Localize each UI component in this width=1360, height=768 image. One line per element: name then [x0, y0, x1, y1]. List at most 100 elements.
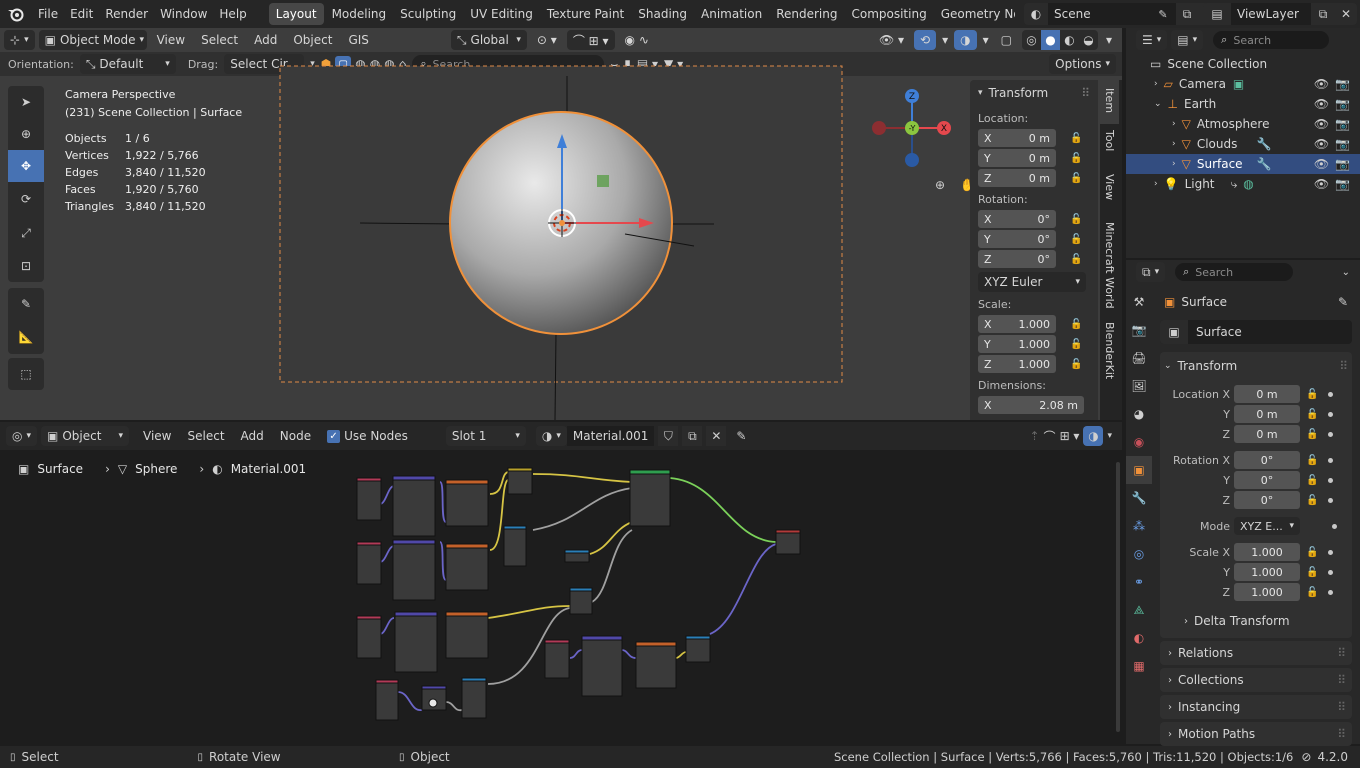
outliner-search-input[interactable]: ⌕ Search	[1213, 31, 1330, 49]
tree-item-earth[interactable]: ⌄ ⊥ Earth 👁 📷	[1126, 94, 1360, 114]
modifier-tab-icon[interactable]: 🔧	[1126, 484, 1152, 512]
menu-render[interactable]: Render	[99, 4, 154, 24]
shader-node-editor[interactable]: ◎ ▾ ▣ Object ▾ View Select Add Node ✓ Use No…	[0, 422, 1122, 744]
keyframe-dot-icon[interactable]	[1328, 589, 1334, 595]
lock-icon[interactable]: 🔓	[1306, 587, 1318, 598]
scale-y-field[interactable]: Y 1.000	[978, 335, 1056, 353]
lock-icon[interactable]: 🔓	[1070, 254, 1082, 265]
location-z-field[interactable]: 0 m	[1234, 425, 1300, 443]
object-name-field[interactable]: Surface	[1188, 325, 1242, 339]
lock-icon[interactable]: 🔓	[1306, 389, 1318, 400]
tab-sculpting[interactable]: Sculpting	[394, 4, 462, 24]
location-y-field[interactable]: 0 m	[1234, 405, 1300, 423]
outliner-editor-type[interactable]: ☰ ▾	[1136, 30, 1168, 50]
physics-tab-icon[interactable]: ◎	[1126, 540, 1152, 568]
node-graph[interactable]	[0, 422, 1122, 744]
viewport-3d[interactable]: ⊹ ▾ ▣ Object Mode ▾ View Select Add Object…	[0, 28, 1122, 420]
scale-tool-icon[interactable]: ⤢	[8, 216, 44, 250]
scale-z-field[interactable]: 1.000	[1234, 583, 1300, 601]
lock-icon[interactable]: 🔓	[1070, 339, 1082, 350]
object-data-icon[interactable]: ▣	[1160, 320, 1188, 344]
location-y-field[interactable]: Y0 m	[978, 149, 1056, 167]
zoom-icon[interactable]: ⊕	[928, 172, 952, 198]
tab-modeling[interactable]: Modeling	[326, 4, 393, 24]
tab-shading[interactable]: Shading	[632, 4, 693, 24]
lock-icon[interactable]: 🔓	[1070, 133, 1082, 144]
tree-item-camera[interactable]: › ▱ Camera ▣ 👁 📷	[1126, 74, 1360, 94]
rotation-mode-dropdown[interactable]: XYZ Euler ▾	[978, 272, 1086, 292]
tab-view[interactable]: View	[1100, 168, 1119, 216]
tab-layout[interactable]: Layout	[268, 3, 324, 25]
lock-icon[interactable]: 🔓	[1306, 567, 1318, 578]
transform-tool-icon[interactable]: ⊡	[8, 250, 44, 282]
visibility-eye-icon[interactable]: 👁	[1314, 97, 1329, 111]
tab-minecraft-world[interactable]: Minecraft World	[1100, 216, 1119, 316]
keyframe-dot-icon[interactable]	[1328, 457, 1334, 463]
tab-item[interactable]: Item	[1100, 80, 1119, 124]
tab-blenderkit[interactable]: BlenderKit	[1100, 316, 1119, 386]
add-cube-tool-icon[interactable]: ⬚	[8, 358, 44, 390]
delete-viewlayer-icon[interactable]: ✕	[1335, 3, 1357, 25]
rotate-tool-icon[interactable]: ⟳	[8, 182, 44, 216]
particles-tab-icon[interactable]: ⁂	[1126, 512, 1152, 540]
keyframe-dot-icon[interactable]	[1328, 497, 1334, 503]
display-mode-dropdown[interactable]: ▤ ▾	[1171, 30, 1204, 50]
instancing-panel[interactable]: › Instancing ⠿	[1160, 695, 1352, 719]
rotation-z-field[interactable]: Z 0°	[978, 250, 1056, 268]
viewlayer-name-field[interactable]: ViewLayer	[1231, 3, 1311, 25]
render-tab-icon[interactable]: 📷	[1126, 316, 1152, 344]
expand-arrow-icon[interactable]: ›	[1154, 179, 1158, 189]
lock-icon[interactable]: 🔓	[1306, 547, 1318, 558]
lock-icon[interactable]: 🔓	[1070, 319, 1082, 330]
tab-rendering[interactable]: Rendering	[770, 4, 843, 24]
network-off-icon[interactable]: ⊘	[1301, 750, 1311, 764]
render-camera-icon[interactable]: 📷	[1335, 117, 1350, 131]
scale-x-field[interactable]: 1.000	[1234, 543, 1300, 561]
lock-icon[interactable]: 🔓	[1070, 153, 1082, 164]
tool-tab-icon[interactable]: ⚒	[1126, 288, 1152, 316]
tab-uv-editing[interactable]: UV Editing	[464, 4, 539, 24]
lock-icon[interactable]: 🔓	[1070, 173, 1082, 184]
rotation-y-field[interactable]: 0°	[1234, 471, 1300, 489]
new-scene-icon[interactable]: ⧉	[1176, 3, 1198, 25]
menu-window[interactable]: Window	[154, 4, 213, 24]
lock-icon[interactable]: 🔓	[1306, 475, 1318, 486]
tree-item-atmosphere[interactable]: › ▽ Atmosphere 👁 📷	[1126, 114, 1360, 134]
collections-panel[interactable]: › Collections ⠿	[1160, 668, 1352, 692]
tree-root[interactable]: ▭ Scene Collection	[1126, 54, 1360, 74]
output-tab-icon[interactable]: 🖨	[1126, 344, 1152, 372]
lock-icon[interactable]: 🔓	[1070, 234, 1082, 245]
menu-file[interactable]: File	[32, 4, 64, 24]
keyframe-dot-icon[interactable]	[1328, 411, 1334, 417]
location-x-field[interactable]: X0 m	[978, 129, 1056, 147]
scene-icon[interactable]: ◐	[1024, 3, 1048, 25]
lock-icon[interactable]: 🔓	[1306, 495, 1318, 506]
view-layer-tab-icon[interactable]: 🖼	[1126, 372, 1152, 400]
transform-panel-header[interactable]: ▾ Transform ⠿	[978, 84, 1090, 102]
tab-texture-paint[interactable]: Texture Paint	[541, 4, 630, 24]
keyframe-dot-icon[interactable]	[1332, 523, 1337, 529]
tab-compositing[interactable]: Compositing	[845, 4, 932, 24]
tab-tool[interactable]: Tool	[1100, 124, 1119, 168]
visibility-eye-icon[interactable]: 👁	[1314, 157, 1329, 171]
lock-icon[interactable]: 🔓	[1070, 214, 1082, 225]
location-z-field[interactable]: Z0 m	[978, 169, 1056, 187]
pin-icon[interactable]: ✎	[1338, 295, 1348, 309]
relations-panel[interactable]: › Relations ⠿	[1160, 641, 1352, 665]
lock-icon[interactable]: 🔓	[1306, 429, 1318, 440]
scene-tab-icon[interactable]: ◕	[1126, 400, 1152, 428]
lock-icon[interactable]: 🔓	[1306, 409, 1318, 420]
visibility-eye-icon[interactable]: 👁	[1314, 177, 1329, 191]
select-tool-icon[interactable]: ➤	[8, 86, 44, 118]
object-tab-icon[interactable]: ▣	[1126, 456, 1152, 484]
visibility-eye-icon[interactable]: 👁	[1314, 117, 1329, 131]
keyframe-dot-icon[interactable]	[1328, 431, 1334, 437]
scale-x-field[interactable]: X 1.000	[978, 315, 1056, 333]
render-camera-icon[interactable]: 📷	[1335, 137, 1350, 151]
rotation-mode-dropdown[interactable]: XYZ E... ▾	[1234, 517, 1300, 535]
render-camera-icon[interactable]: 📷	[1335, 157, 1350, 171]
new-viewlayer-icon[interactable]: ⧉	[1311, 3, 1335, 25]
tab-geometry-nodes[interactable]: Geometry Nod	[935, 4, 1015, 24]
scale-z-field[interactable]: Z 1.000	[978, 355, 1056, 373]
tree-item-light[interactable]: › 💡 Light ⤷ ◍ 👁 📷	[1126, 174, 1360, 194]
